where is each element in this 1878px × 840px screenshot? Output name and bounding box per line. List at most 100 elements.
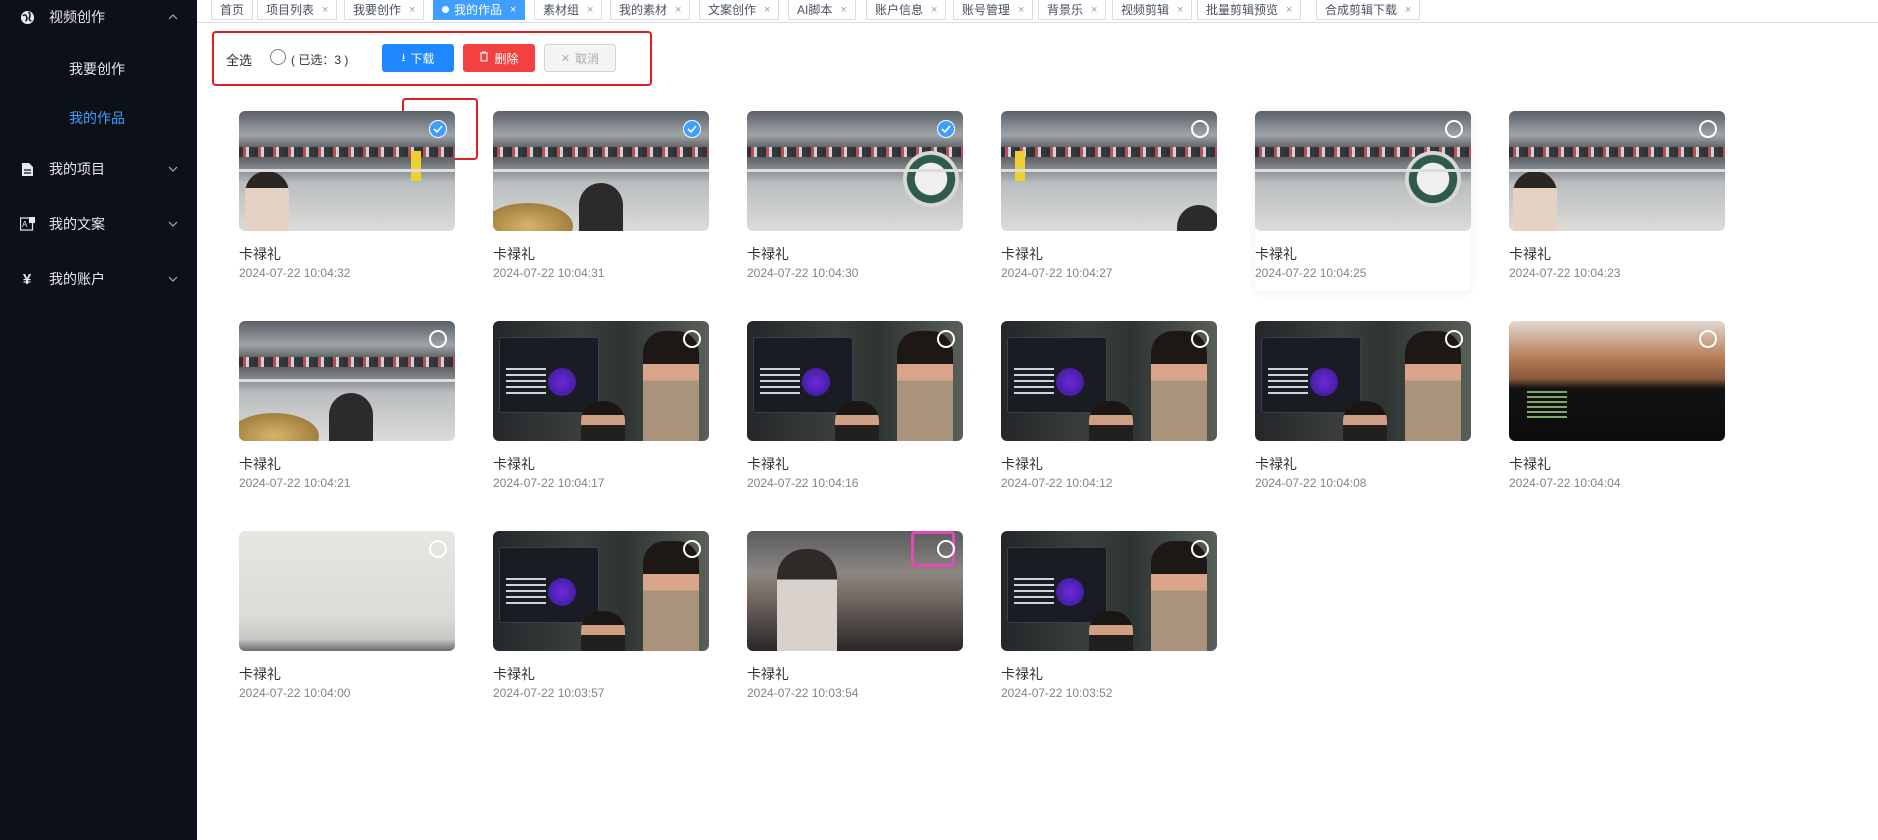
- checkbox-checked-icon[interactable]: [683, 120, 701, 138]
- video-thumbnail[interactable]: [1255, 321, 1471, 441]
- checkbox-unchecked-icon[interactable]: [1445, 120, 1463, 138]
- tab-my-materials[interactable]: 我的素材 ×: [610, 0, 691, 20]
- checkbox-unchecked-icon[interactable]: [1191, 120, 1209, 138]
- video-thumbnail[interactable]: [747, 531, 963, 651]
- video-thumbnail[interactable]: [493, 111, 709, 231]
- checkbox-checked-icon[interactable]: [937, 120, 955, 138]
- close-icon[interactable]: ×: [587, 4, 593, 16]
- close-icon[interactable]: ×: [931, 4, 937, 16]
- tab-video-edit[interactable]: 视频剪辑 ×: [1112, 0, 1193, 20]
- work-card[interactable]: 卡禄礼 2024-07-22 10:04:16: [747, 321, 963, 501]
- tab-bgm[interactable]: 背景乐 ×: [1038, 0, 1107, 20]
- tab-home[interactable]: 首页: [211, 0, 254, 20]
- video-thumbnail[interactable]: [1001, 531, 1217, 651]
- video-thumbnail[interactable]: [1001, 321, 1217, 441]
- delete-button[interactable]: 删除: [463, 44, 535, 72]
- work-card[interactable]: 卡禄礼 2024-07-22 10:04:31: [493, 111, 709, 291]
- checkbox-unchecked-icon[interactable]: [937, 540, 955, 558]
- close-icon[interactable]: ×: [764, 4, 770, 16]
- checkbox-unchecked-icon[interactable]: [1445, 330, 1463, 348]
- tab-my-works[interactable]: 我的作品 ×: [433, 0, 526, 20]
- menu-video-creation[interactable]: 视频创作: [0, 2, 197, 32]
- video-thumbnail[interactable]: [239, 111, 455, 231]
- video-thumbnail[interactable]: [1001, 111, 1217, 231]
- svg-text:A: A: [22, 220, 28, 229]
- menu-my-account[interactable]: ¥ 我的账户: [0, 264, 197, 294]
- select-all-radio[interactable]: [270, 49, 286, 65]
- work-card[interactable]: 卡禄礼 2024-07-22 10:04:30: [747, 111, 963, 291]
- download-button[interactable]: ⭳ 下载: [382, 44, 454, 72]
- sidebar-item-create[interactable]: 我要创作: [0, 55, 197, 83]
- tab-project-list[interactable]: 项目列表 ×: [257, 0, 338, 20]
- checkbox-unchecked-icon[interactable]: [1699, 330, 1717, 348]
- work-card[interactable]: 卡禄礼 2024-07-22 10:04:04: [1509, 321, 1725, 501]
- checkbox-unchecked-icon[interactable]: [683, 330, 701, 348]
- close-icon[interactable]: ×: [1286, 4, 1292, 16]
- checkbox-unchecked-icon[interactable]: [1191, 540, 1209, 558]
- tab-material-group[interactable]: 素材组 ×: [534, 0, 603, 20]
- video-thumbnail[interactable]: [493, 321, 709, 441]
- sidebar-item-my-works[interactable]: 我的作品: [0, 104, 197, 132]
- video-thumbnail[interactable]: [747, 111, 963, 231]
- checkbox-unchecked-icon[interactable]: [683, 540, 701, 558]
- chevron-up-icon: [167, 11, 179, 23]
- video-thumbnail[interactable]: [239, 531, 455, 651]
- checkbox-checked-icon[interactable]: [429, 120, 447, 138]
- menu-my-projects[interactable]: 我的项目: [0, 154, 197, 184]
- video-thumbnail[interactable]: [747, 321, 963, 441]
- video-thumbnail[interactable]: [1509, 111, 1725, 231]
- close-icon[interactable]: ×: [675, 4, 681, 16]
- close-icon[interactable]: ×: [1018, 4, 1024, 16]
- checkbox-unchecked-icon[interactable]: [429, 330, 447, 348]
- video-thumbnail[interactable]: [493, 531, 709, 651]
- sidebar: 视频创作 我要创作 我的作品 我的项目 A 我的文案 ¥ 我的账户: [0, 0, 197, 840]
- tab-create[interactable]: 我要创作 ×: [344, 0, 425, 20]
- video-thumbnail[interactable]: [239, 321, 455, 441]
- work-time: 2024-07-22 10:04:16: [747, 476, 859, 490]
- close-icon[interactable]: ×: [840, 4, 846, 16]
- tab-label: 批量剪辑预览: [1206, 3, 1279, 17]
- tab-account-manage[interactable]: 账号管理 ×: [953, 0, 1034, 20]
- download-icon: ⭳: [401, 51, 406, 64]
- work-card[interactable]: 卡禄礼 2024-07-22 10:04:32: [239, 111, 455, 291]
- work-card[interactable]: 卡禄礼 2024-07-22 10:04:12: [1001, 321, 1217, 501]
- work-card[interactable]: 卡禄礼 2024-07-22 10:04:08: [1255, 321, 1471, 501]
- work-card[interactable]: 卡禄礼 2024-07-22 10:03:57: [493, 531, 709, 711]
- checkbox-unchecked-icon[interactable]: [1191, 330, 1209, 348]
- work-title: 卡禄礼: [239, 246, 281, 262]
- delete-label: 删除: [494, 51, 519, 66]
- menu-video-creation-label: 视频创作: [49, 9, 105, 25]
- work-card[interactable]: 卡禄礼 2024-07-22 10:03:52: [1001, 531, 1217, 711]
- work-title: 卡禄礼: [493, 456, 535, 472]
- work-card[interactable]: 卡禄礼 2024-07-22 10:04:21: [239, 321, 455, 501]
- cancel-button[interactable]: ✕ 取消: [544, 44, 616, 72]
- tab-batch-download[interactable]: 合成剪辑下载 ×: [1316, 0, 1421, 20]
- tab-batch-preview[interactable]: 批量剪辑预览 ×: [1197, 0, 1302, 20]
- menu-my-account-label: 我的账户: [49, 271, 105, 287]
- work-card[interactable]: 卡禄礼 2024-07-22 10:04:23: [1509, 111, 1725, 291]
- work-card[interactable]: 卡禄礼 2024-07-22 10:04:17: [493, 321, 709, 501]
- tab-ai-script[interactable]: AI脚本 ×: [788, 0, 856, 20]
- close-icon[interactable]: ×: [322, 4, 328, 16]
- sidebar-item-my-works-label: 我的作品: [69, 110, 125, 126]
- close-icon[interactable]: ×: [1405, 4, 1411, 16]
- work-card[interactable]: 卡禄礼 2024-07-22 10:04:25: [1255, 111, 1471, 291]
- close-icon[interactable]: ×: [1177, 4, 1183, 16]
- work-card[interactable]: 卡禄礼 2024-07-22 10:03:54: [747, 531, 963, 711]
- work-title: 卡禄礼: [1509, 246, 1551, 262]
- close-icon[interactable]: ×: [510, 4, 516, 16]
- checkbox-unchecked-icon[interactable]: [1699, 120, 1717, 138]
- tab-account-info[interactable]: 账户信息 ×: [866, 0, 947, 20]
- menu-my-copy[interactable]: A 我的文案: [0, 209, 197, 239]
- cancel-label: 取消: [575, 51, 600, 66]
- close-icon[interactable]: ×: [1091, 4, 1097, 16]
- work-time: 2024-07-22 10:04:23: [1509, 266, 1621, 280]
- close-icon[interactable]: ×: [409, 4, 415, 16]
- checkbox-unchecked-icon[interactable]: [937, 330, 955, 348]
- checkbox-unchecked-icon[interactable]: [429, 540, 447, 558]
- video-thumbnail[interactable]: [1255, 111, 1471, 231]
- work-card[interactable]: 卡禄礼 2024-07-22 10:04:00: [239, 531, 455, 711]
- work-card[interactable]: 卡禄礼 2024-07-22 10:04:27: [1001, 111, 1217, 291]
- video-thumbnail[interactable]: [1509, 321, 1725, 441]
- tab-copywriting[interactable]: 文案创作 ×: [699, 0, 780, 20]
